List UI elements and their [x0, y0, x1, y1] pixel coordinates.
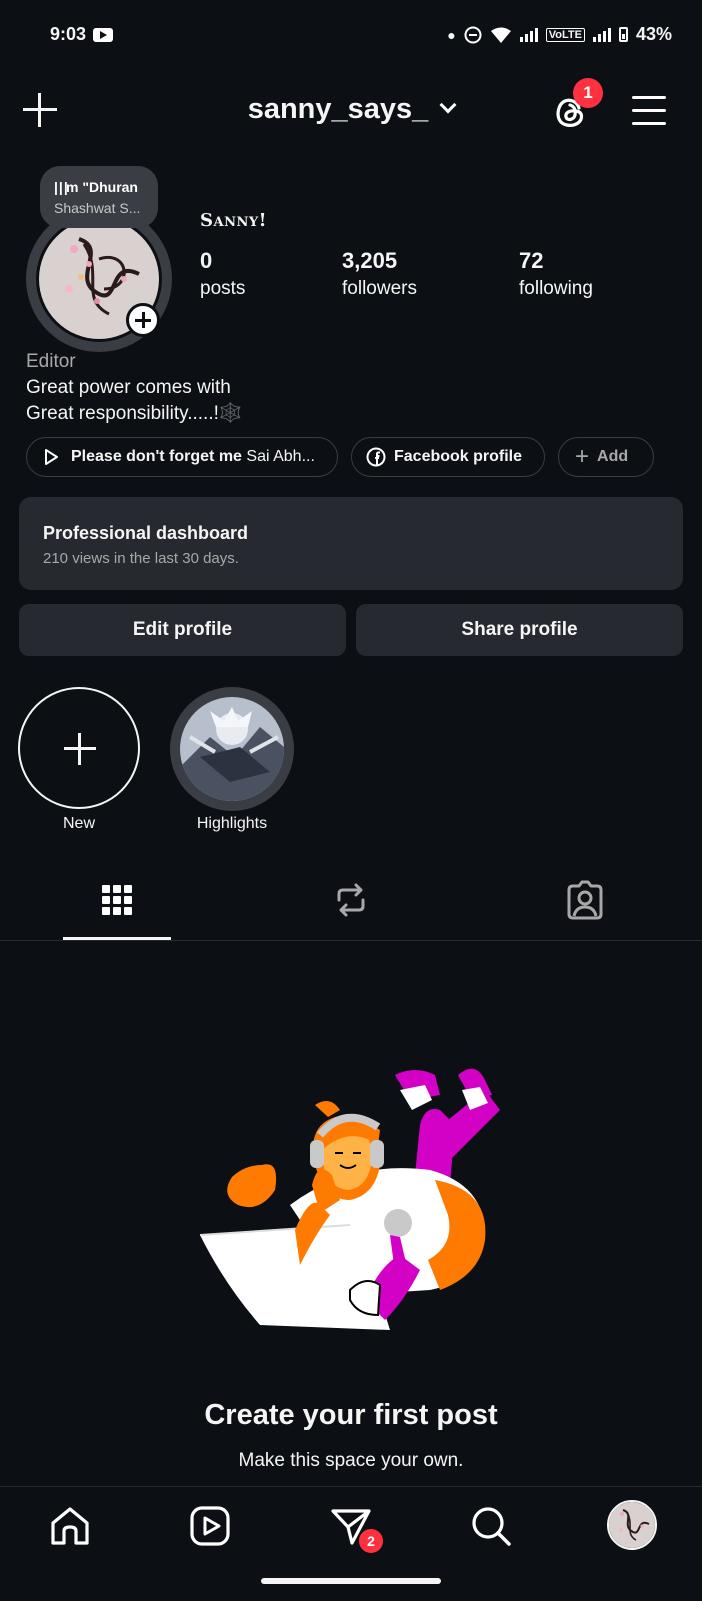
dot-icon: ● — [447, 26, 456, 43]
home-icon[interactable] — [47, 1503, 93, 1549]
note-line1: |||m "Dhuran — [54, 179, 138, 195]
youtube-icon — [93, 28, 113, 42]
stat-label: following — [519, 278, 593, 299]
dashboard-title: Professional dashboard — [43, 523, 249, 543]
reels-icon[interactable] — [187, 1503, 233, 1549]
facebook-icon — [366, 447, 386, 467]
new-highlight-button[interactable] — [18, 687, 140, 809]
dnd-icon — [464, 26, 482, 43]
facebook-label: Facebook profile — [394, 448, 523, 465]
highlight-image — [180, 697, 284, 801]
highlight-label: New — [62, 815, 95, 832]
menu-icon[interactable] — [632, 96, 666, 126]
home-indicator — [261, 1578, 441, 1584]
bio-line: Great power comes with — [26, 377, 231, 398]
chevron-down-icon — [439, 96, 457, 114]
note-song: m "Dhuran — [66, 179, 138, 195]
reposts-icon[interactable] — [329, 878, 373, 922]
username: sanny_says_ — [247, 93, 429, 125]
messages-badge: 2 — [357, 1527, 385, 1555]
add-link-chip[interactable]: + Add — [558, 437, 654, 477]
bio-line: Great responsibility.....!🕸️ — [26, 403, 243, 424]
stat-label: followers — [342, 278, 417, 299]
stat-value: 3,205 — [342, 248, 398, 273]
signal-icon — [519, 27, 538, 42]
music-chip[interactable]: Please don't forget me Sai Abh... — [26, 437, 338, 477]
empty-state-illustration — [200, 1068, 500, 1330]
share-profile-button[interactable]: Share profile — [356, 604, 683, 656]
threads-badge: 1 — [573, 78, 603, 108]
display-name: Sanny! — [200, 210, 268, 231]
stat-following[interactable]: 72 following — [519, 248, 593, 300]
status-time: 9:03 — [50, 24, 87, 44]
stat-label: posts — [200, 278, 246, 299]
status-icons: ● VoLTE 43% — [447, 24, 672, 45]
add-story-button[interactable] — [126, 303, 160, 337]
stat-value: 0 — [200, 248, 213, 273]
volte-label: VoLTE — [545, 27, 585, 42]
empty-state-subtitle: Make this space your own. — [238, 1450, 464, 1471]
search-icon[interactable] — [468, 1503, 514, 1549]
profile-category: Editor — [26, 351, 76, 372]
grid-icon[interactable] — [95, 878, 139, 922]
avatar-image — [609, 1502, 655, 1548]
note-bubble[interactable]: |||m "Dhuran Shashwat S... — [40, 166, 158, 228]
status-bar: 9:03 ● VoLTE 43% — [0, 0, 702, 70]
empty-state-title: Create your first post — [204, 1399, 498, 1431]
facebook-chip[interactable]: Facebook profile — [351, 437, 545, 477]
wifi-icon — [490, 27, 511, 43]
edit-profile-button[interactable]: Edit profile — [19, 604, 346, 656]
play-icon — [45, 449, 58, 465]
highlight-label: Highlights — [196, 815, 268, 832]
professional-dashboard[interactable]: Professional dashboard 210 views in the … — [19, 497, 683, 590]
equalizer-icon: ||| — [54, 179, 69, 195]
battery-icon — [618, 27, 628, 42]
profile-tab-avatar[interactable] — [607, 1500, 657, 1550]
music-title: Please don't forget me — [71, 448, 242, 465]
stat-value: 72 — [519, 248, 544, 273]
add-label: Add — [597, 448, 629, 465]
note-artist: Shashwat S... — [54, 200, 141, 216]
battery-percent: 43% — [635, 24, 672, 44]
plus-icon: + — [575, 443, 590, 470]
tagged-icon[interactable] — [563, 878, 607, 922]
stat-followers[interactable]: 3,205 followers — [342, 248, 417, 300]
music-artist: Sai Abh... — [246, 448, 315, 465]
signal-icon — [592, 27, 611, 42]
stat-posts[interactable]: 0 posts — [200, 248, 245, 300]
highlight-cover[interactable] — [180, 697, 284, 801]
tab-divider — [0, 940, 702, 941]
dashboard-subtitle: 210 views in the last 30 days. — [43, 550, 239, 567]
note-fade — [138, 166, 158, 228]
